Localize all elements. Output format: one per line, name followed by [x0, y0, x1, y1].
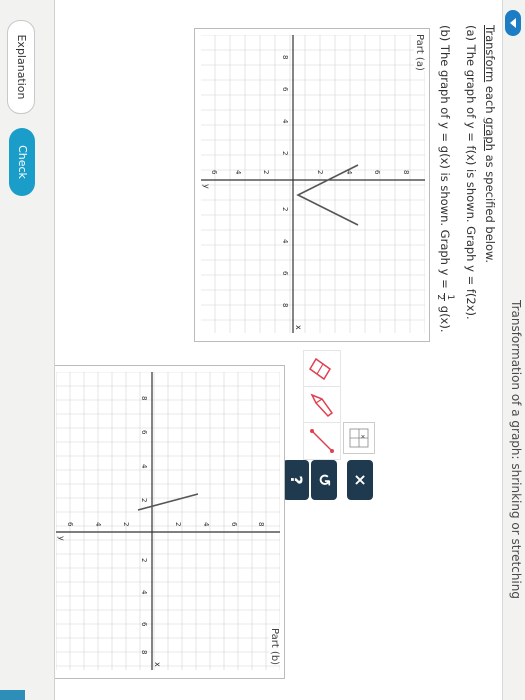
graph-b-tick: 2	[140, 558, 148, 562]
line-tool[interactable]	[303, 422, 341, 460]
undo-button[interactable]: ↺	[311, 460, 337, 500]
graph-b-x-label: x	[153, 662, 162, 667]
graph-a-tick: 2	[281, 151, 289, 155]
explanation-button[interactable]: Explanation	[7, 20, 35, 114]
graph-a-tick: 6	[210, 170, 218, 175]
part-b-instruction: (b) The graph of y = g(x) is shown. Grap…	[435, 25, 455, 333]
fraction: 12	[435, 293, 455, 302]
graph-a-grid	[201, 35, 425, 333]
page-title: Transformation of a graph: shrinking or …	[509, 300, 523, 599]
graph-b-canvas[interactable]: x y 8 6 4 2 2 4 6 8 8 6 4 2 2 4 6	[56, 372, 280, 670]
side-tab[interactable]	[0, 690, 25, 700]
graph-a-tick: 4	[234, 170, 242, 175]
pencil-tool[interactable]	[303, 386, 341, 424]
graph-b-tick: 2	[122, 522, 130, 526]
graph-a-tick: 8	[402, 170, 410, 174]
graph-link[interactable]: graph	[483, 117, 497, 151]
graph-b-tick: 4	[140, 464, 148, 469]
graph-a-y-label: y	[202, 184, 211, 189]
drawing-toolbar: × × ↺ ?	[283, 350, 375, 508]
graph-a-tick: 6	[281, 271, 289, 276]
svg-text:×: ×	[359, 434, 366, 439]
check-button[interactable]: Check	[9, 128, 35, 196]
instruction-line: Transform each graph as specified below.	[483, 25, 497, 263]
graph-a-x-label: x	[294, 325, 303, 330]
graph-paper-tool[interactable]: ×	[343, 422, 375, 454]
part-b-text: (b) The graph of y = g(x) is shown. Grap…	[438, 25, 452, 289]
rotated-page: Transformation of a graph: shrinking or …	[0, 0, 525, 700]
fraction-denominator: 2	[435, 294, 445, 301]
graph-a-tick: 2	[262, 170, 270, 174]
eraser-tool[interactable]	[303, 350, 341, 388]
eraser-icon	[309, 357, 331, 381]
graph-b-tick: 4	[94, 522, 102, 527]
screen-frame: Transformation of a graph: shrinking or …	[0, 0, 525, 700]
graph-a-tick: 2	[316, 170, 324, 174]
transform-link[interactable]: Transform	[483, 25, 497, 82]
graph-a-canvas[interactable]: x y 8 6 4 2 2 4 6 8 8 6 4 2 2 4 6	[201, 35, 425, 333]
graph-a-label: Part (a)	[414, 34, 425, 71]
collapse-button[interactable]	[505, 10, 521, 36]
graph-b-tick: 2	[140, 498, 148, 502]
graph-b-tick: 6	[140, 430, 148, 435]
clear-button[interactable]: ×	[347, 460, 373, 500]
instruction-text-end: as specified below.	[483, 150, 497, 264]
graph-b-grid	[56, 372, 280, 670]
graph-b-tick: 6	[230, 522, 238, 527]
graph-b-y-label: y	[57, 536, 66, 541]
graph-a-tick: 8	[281, 303, 289, 307]
fraction-numerator: 1	[444, 293, 455, 302]
graph-a-tick: 2	[281, 207, 289, 211]
graph-b-label: Part (b)	[269, 628, 280, 666]
graph-b-tick: 8	[140, 396, 148, 400]
help-button[interactable]: ?	[283, 460, 309, 500]
header-bar: Transformation of a graph: shrinking or …	[502, 0, 525, 700]
part-b-text-end: g(x).	[438, 305, 452, 333]
pencil-icon	[310, 393, 334, 418]
graph-b-tick: 4	[202, 522, 210, 527]
graph-a-tick: 8	[281, 55, 289, 59]
line-tool-icon	[310, 429, 334, 453]
graph-b-tick: 6	[140, 622, 148, 627]
graph-b-tick: 2	[174, 522, 182, 526]
graph-b-tick: 8	[140, 650, 148, 654]
graph-b-tick: 4	[140, 590, 148, 595]
graph-b-tick: 6	[66, 522, 74, 527]
graph-a-tick: 4	[281, 119, 289, 124]
graph-a-tick: 6	[281, 87, 289, 92]
graph-a-tick: 6	[373, 170, 381, 175]
graph-paper-icon: ×	[349, 428, 369, 448]
instruction-text: each	[483, 82, 497, 118]
part-a-instruction: (a) The graph of y = f(x) is shown. Grap…	[464, 25, 478, 320]
graph-b-tick: 8	[257, 522, 265, 526]
graph-a-tick: 4	[281, 239, 289, 244]
